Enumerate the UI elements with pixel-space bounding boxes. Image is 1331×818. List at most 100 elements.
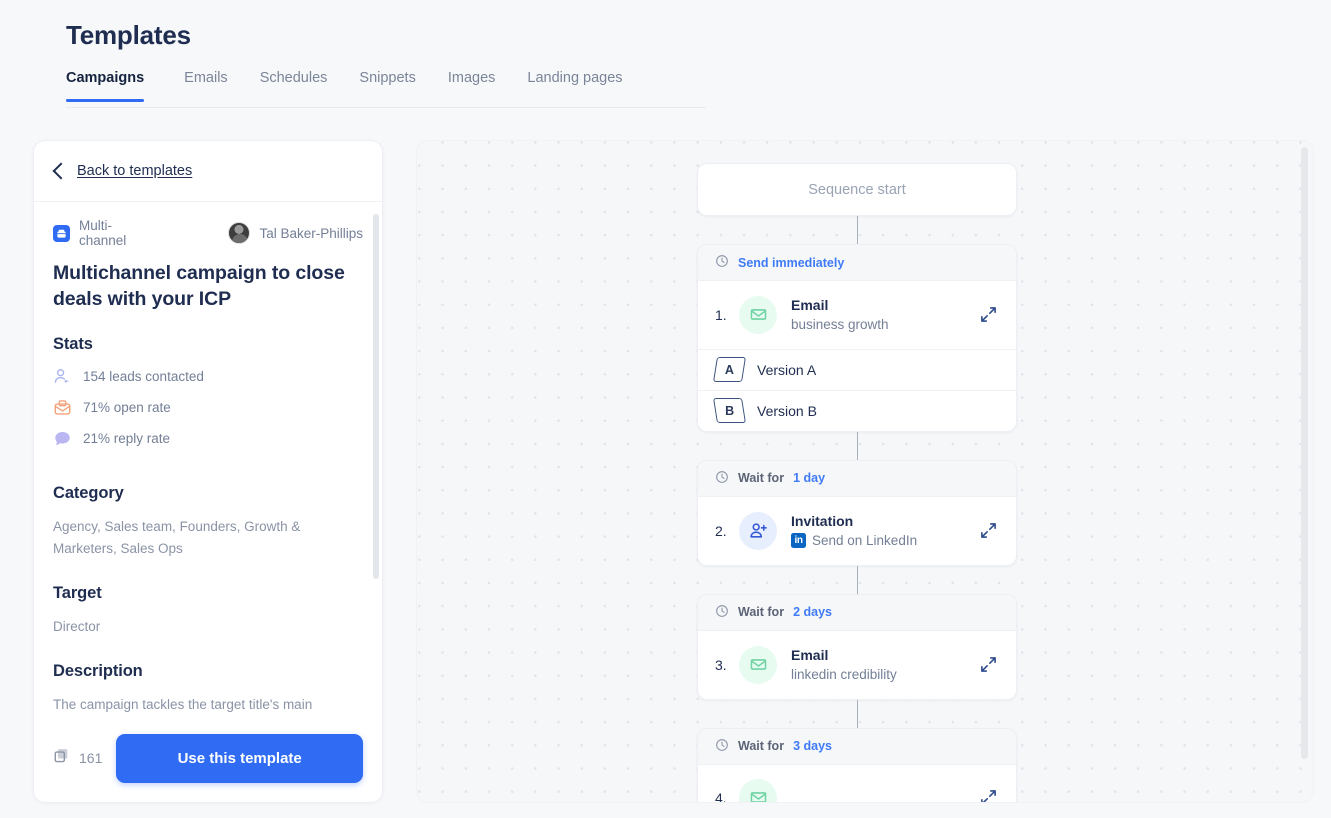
step-number: 1.: [715, 306, 727, 323]
expand-step-icon[interactable]: [977, 304, 999, 326]
clock-icon: [715, 470, 729, 487]
step-number: 2.: [715, 522, 727, 539]
multi-channel-icon: [53, 224, 70, 242]
version-badge-letter: B: [724, 403, 735, 418]
step-subtitle: in Send on LinkedIn: [791, 531, 977, 551]
sequence-step-card[interactable]: Wait for 2 days 3. Email linkedin credibilit…: [697, 593, 1017, 700]
reply-rate-icon: [53, 429, 72, 448]
back-to-templates-label: Back to templates: [77, 163, 193, 179]
target-heading: Target: [53, 584, 102, 603]
add-person-icon: [739, 511, 777, 550]
step-title: Email: [791, 297, 829, 313]
tab-snippets[interactable]: Snippets: [359, 70, 415, 101]
step-timing-header[interactable]: Wait for 2 days: [698, 594, 1016, 631]
use-this-template-button[interactable]: Use this template: [116, 733, 363, 783]
step-number: 3.: [715, 656, 727, 673]
sequence-start-node[interactable]: Sequence start: [697, 163, 1017, 216]
canvas-scrollbar[interactable]: [1301, 147, 1308, 759]
wait-value-label: 3 days: [793, 739, 832, 754]
open-rate-icon: [53, 398, 72, 417]
expand-step-icon[interactable]: [977, 787, 999, 802]
sequence-canvas: Sequence start Send immediately 1. Email bu…: [416, 140, 1314, 803]
version-label: Version A: [757, 361, 817, 378]
stat-open-rate: 71% open rate: [53, 398, 363, 417]
sequence-flow: Sequence start Send immediately 1. Email bu…: [697, 163, 1017, 803]
step-title: Email: [791, 646, 829, 663]
expand-step-icon[interactable]: [977, 520, 999, 542]
tab-label: Landing pages: [527, 70, 623, 86]
version-label: Version B: [757, 402, 817, 419]
envelope-icon: [739, 778, 777, 802]
step-timing-header[interactable]: Wait for 1 day: [698, 460, 1016, 497]
step-timing-header[interactable]: Send immediately: [698, 245, 1016, 281]
template-detail-footer: 161 Use this template: [34, 714, 382, 802]
avatar: [228, 222, 251, 244]
version-row[interactable]: A Version A: [698, 348, 1016, 390]
step-texts: Email linkedin credibility: [791, 645, 977, 685]
flow-connector: [856, 699, 858, 728]
step-number: 4.: [715, 789, 727, 803]
author-name: Tal Baker-Phillips: [259, 225, 363, 241]
step-subtitle-label: business growth: [791, 317, 889, 333]
sidebar-scrollbar[interactable]: [373, 214, 379, 579]
stat-open-rate-label: 71% open rate: [83, 400, 171, 416]
sequence-steps: Send immediately 1. Email business growth A V…: [697, 244, 1017, 803]
back-to-templates-link[interactable]: Back to templates: [34, 141, 382, 202]
flow-connector: [856, 565, 858, 594]
templates-page: Templates Campaigns Emails Schedules Snippe…: [0, 0, 1331, 818]
step-subtitle-label: linkedin credibility: [791, 667, 897, 683]
version-row[interactable]: B Version B: [698, 389, 1016, 431]
tab-landing-pages[interactable]: Landing pages: [527, 70, 622, 101]
expand-step-icon[interactable]: [977, 654, 999, 676]
step-texts: Invitation in Send on LinkedIn: [791, 511, 977, 551]
step-body: 4.: [698, 765, 1016, 803]
clock-icon: [715, 738, 729, 755]
version-badge-a: A: [713, 357, 746, 383]
target-value: Director: [53, 619, 101, 635]
step-subtitle: business growth: [791, 315, 977, 335]
flow-connector: [856, 216, 858, 244]
version-badge-b: B: [713, 398, 746, 424]
page-title: Templates: [66, 20, 191, 50]
linkedin-icon: in: [791, 533, 806, 549]
sequence-step-card[interactable]: Wait for 3 days 4.: [697, 727, 1017, 803]
clock-icon: [715, 254, 729, 271]
step-texts: Email business growth: [791, 295, 977, 335]
tab-campaigns[interactable]: Campaigns: [66, 70, 145, 102]
multi-channel-label: Multi-channel: [79, 218, 127, 248]
template-meta-row: Multi-channel Tal Baker-Phillips: [53, 218, 363, 248]
envelope-icon: [739, 295, 777, 334]
step-subtitle-label: Send on LinkedIn: [812, 533, 918, 549]
stat-reply-rate-label: 21% reply rate: [83, 431, 171, 447]
tab-emails[interactable]: Emails: [184, 70, 228, 101]
category-heading: Category: [53, 484, 124, 503]
sequence-step-card[interactable]: Send immediately 1. Email business growth A V…: [697, 244, 1017, 432]
description-value: The campaign tackles the target title's …: [53, 697, 313, 713]
version-badge-letter: A: [724, 362, 735, 377]
tab-label: Images: [447, 70, 496, 86]
sequence-step-card[interactable]: Wait for 1 day 2. Invitation in Send on Linke…: [697, 459, 1017, 566]
step-body: 1. Email business growth: [698, 281, 1016, 349]
clock-icon: [715, 604, 729, 621]
template-detail-scroll-area: Multi-channel Tal Baker-Phillips Multich…: [34, 202, 382, 714]
wait-value-label: 1 day: [793, 471, 826, 486]
author: Tal Baker-Phillips: [228, 222, 363, 244]
tab-label: Campaigns: [66, 70, 145, 86]
step-timing-header[interactable]: Wait for 3 days: [698, 728, 1016, 765]
template-title: Multichannel campaign to close deals wit…: [53, 262, 345, 310]
wait-value-label: Send immediately: [738, 255, 845, 270]
tab-schedules[interactable]: Schedules: [260, 70, 328, 101]
tab-label: Schedules: [259, 70, 328, 86]
chevron-left-icon: [52, 162, 70, 180]
wait-value-label: 2 days: [793, 605, 832, 620]
leads-contacted-icon: [53, 367, 72, 386]
sequence-start-label: Sequence start: [808, 181, 906, 198]
stat-leads-contacted: 154 leads contacted: [53, 367, 363, 386]
tab-label: Snippets: [359, 70, 416, 86]
usage-count: 161: [53, 747, 102, 769]
copy-icon: [53, 747, 70, 769]
copy-count-label: 161: [79, 750, 103, 766]
step-title: Invitation: [791, 512, 854, 529]
tab-images[interactable]: Images: [448, 70, 496, 101]
wait-prefix-label: Wait for: [738, 471, 785, 486]
